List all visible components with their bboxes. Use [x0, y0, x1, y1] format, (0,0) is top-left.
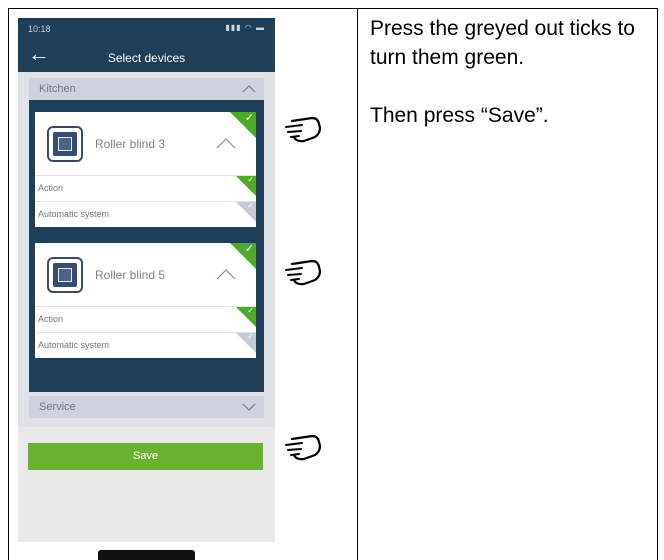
status-bar: 10:18 ▮▮▮ ◠ ▬	[18, 18, 275, 38]
device-name: Roller blind 3	[95, 137, 166, 151]
device-card-header[interactable]: Roller blind 5 ✓	[35, 243, 256, 306]
option-row-action[interactable]: Action ✓	[35, 175, 256, 201]
nav-bar: ← Select devices	[18, 38, 275, 72]
option-label: Action	[38, 183, 64, 193]
option-label: Automatic system	[38, 340, 110, 350]
checkmark-icon: ✓	[247, 306, 254, 315]
pointing-hand-icon	[285, 116, 321, 143]
chevron-down-icon	[242, 403, 256, 411]
footer-bar: Save	[18, 427, 275, 542]
instruction-line-1: Press the greyed out ticks to turn them …	[370, 17, 635, 69]
device-list: Kitchen Roller blind 3 ✓ Action ✓ Automa…	[18, 72, 275, 542]
pointing-hand-icon	[285, 434, 321, 461]
section-header-service[interactable]: Service	[29, 396, 264, 418]
checkmark-icon: ✓	[247, 175, 254, 184]
option-label: Action	[38, 314, 64, 324]
checkmark-icon: ✓	[244, 112, 254, 124]
device-card: Roller blind 3 ✓ Action ✓ Automatic syst…	[35, 112, 256, 227]
kitchen-panel: Roller blind 3 ✓ Action ✓ Automatic syst…	[29, 100, 264, 392]
instruction-text: Press the greyed out ticks to turn them …	[370, 14, 655, 130]
chevron-up-icon[interactable]	[216, 267, 236, 281]
device-card: Roller blind 5 ✓ Action ✓ Automatic syst…	[35, 243, 256, 358]
pointing-hand-icon	[285, 259, 321, 286]
status-icons: ▮▮▮ ◠ ▬	[225, 23, 265, 32]
device-name: Roller blind 5	[95, 268, 166, 282]
option-row-action[interactable]: Action ✓	[35, 306, 256, 332]
save-button[interactable]: Save	[28, 443, 263, 470]
section-header-kitchen[interactable]: Kitchen	[29, 78, 264, 100]
device-card-header[interactable]: Roller blind 3 ✓	[35, 112, 256, 175]
roller-blind-icon	[47, 126, 83, 162]
nav-title: Select devices	[107, 51, 186, 65]
option-row-automatic[interactable]: Automatic system ✓	[35, 201, 256, 227]
roller-blind-icon	[47, 257, 83, 293]
chevron-up-icon	[242, 85, 256, 93]
section-label: Service	[39, 401, 76, 413]
checkmark-icon: ✓	[244, 243, 254, 255]
home-indicator	[98, 550, 195, 560]
status-time: 10:18	[28, 24, 51, 34]
chevron-up-icon[interactable]	[216, 136, 236, 150]
instruction-line-2: Then press “Save”.	[370, 104, 549, 127]
option-row-automatic[interactable]: Automatic system ✓	[35, 332, 256, 358]
checkmark-icon: ✓	[247, 201, 254, 210]
phone-screenshot: 10:18 ▮▮▮ ◠ ▬ ← Select devices Kitchen R…	[18, 18, 275, 542]
section-label: Kitchen	[39, 83, 76, 95]
option-label: Automatic system	[38, 209, 110, 219]
checkmark-icon: ✓	[247, 332, 254, 341]
column-divider	[357, 8, 358, 560]
